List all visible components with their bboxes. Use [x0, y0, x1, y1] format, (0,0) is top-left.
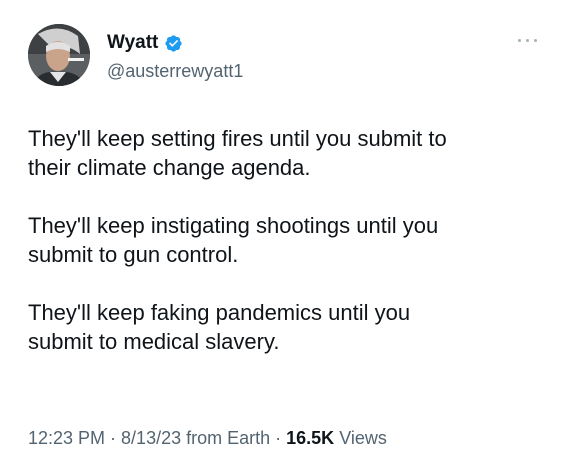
- tweet-paragraph: They'll keep faking pandemics until you …: [28, 300, 411, 354]
- meta-separator: ·: [105, 428, 122, 448]
- author-name-row: Wyatt: [107, 31, 183, 55]
- meta-separator: ·: [270, 428, 287, 448]
- tweet-paragraph: They'll keep setting fires until you sub…: [28, 126, 447, 180]
- display-name[interactable]: Wyatt: [107, 31, 158, 55]
- more-options-icon[interactable]: [516, 36, 540, 46]
- tweet-source: from Earth: [181, 428, 271, 448]
- tweet-date[interactable]: 8/13/23: [121, 428, 181, 448]
- author-handle[interactable]: @austerrewyatt1: [107, 60, 243, 82]
- views-count: 16.5K: [286, 428, 335, 448]
- tweet-card: Wyatt @austerrewyatt1 They'll keep setti…: [0, 0, 568, 467]
- avatar[interactable]: [28, 24, 90, 86]
- verified-badge-icon: [164, 34, 183, 53]
- tweet-time[interactable]: 12:23 PM: [28, 428, 105, 448]
- views-label: Views: [334, 428, 387, 448]
- tweet-paragraph: They'll keep instigating shootings until…: [28, 213, 439, 267]
- tweet-text: They'll keep setting fires until you sub…: [28, 124, 548, 356]
- tweet-meta: 12:23 PM · 8/13/23 from Earth · 16.5K Vi…: [28, 426, 387, 450]
